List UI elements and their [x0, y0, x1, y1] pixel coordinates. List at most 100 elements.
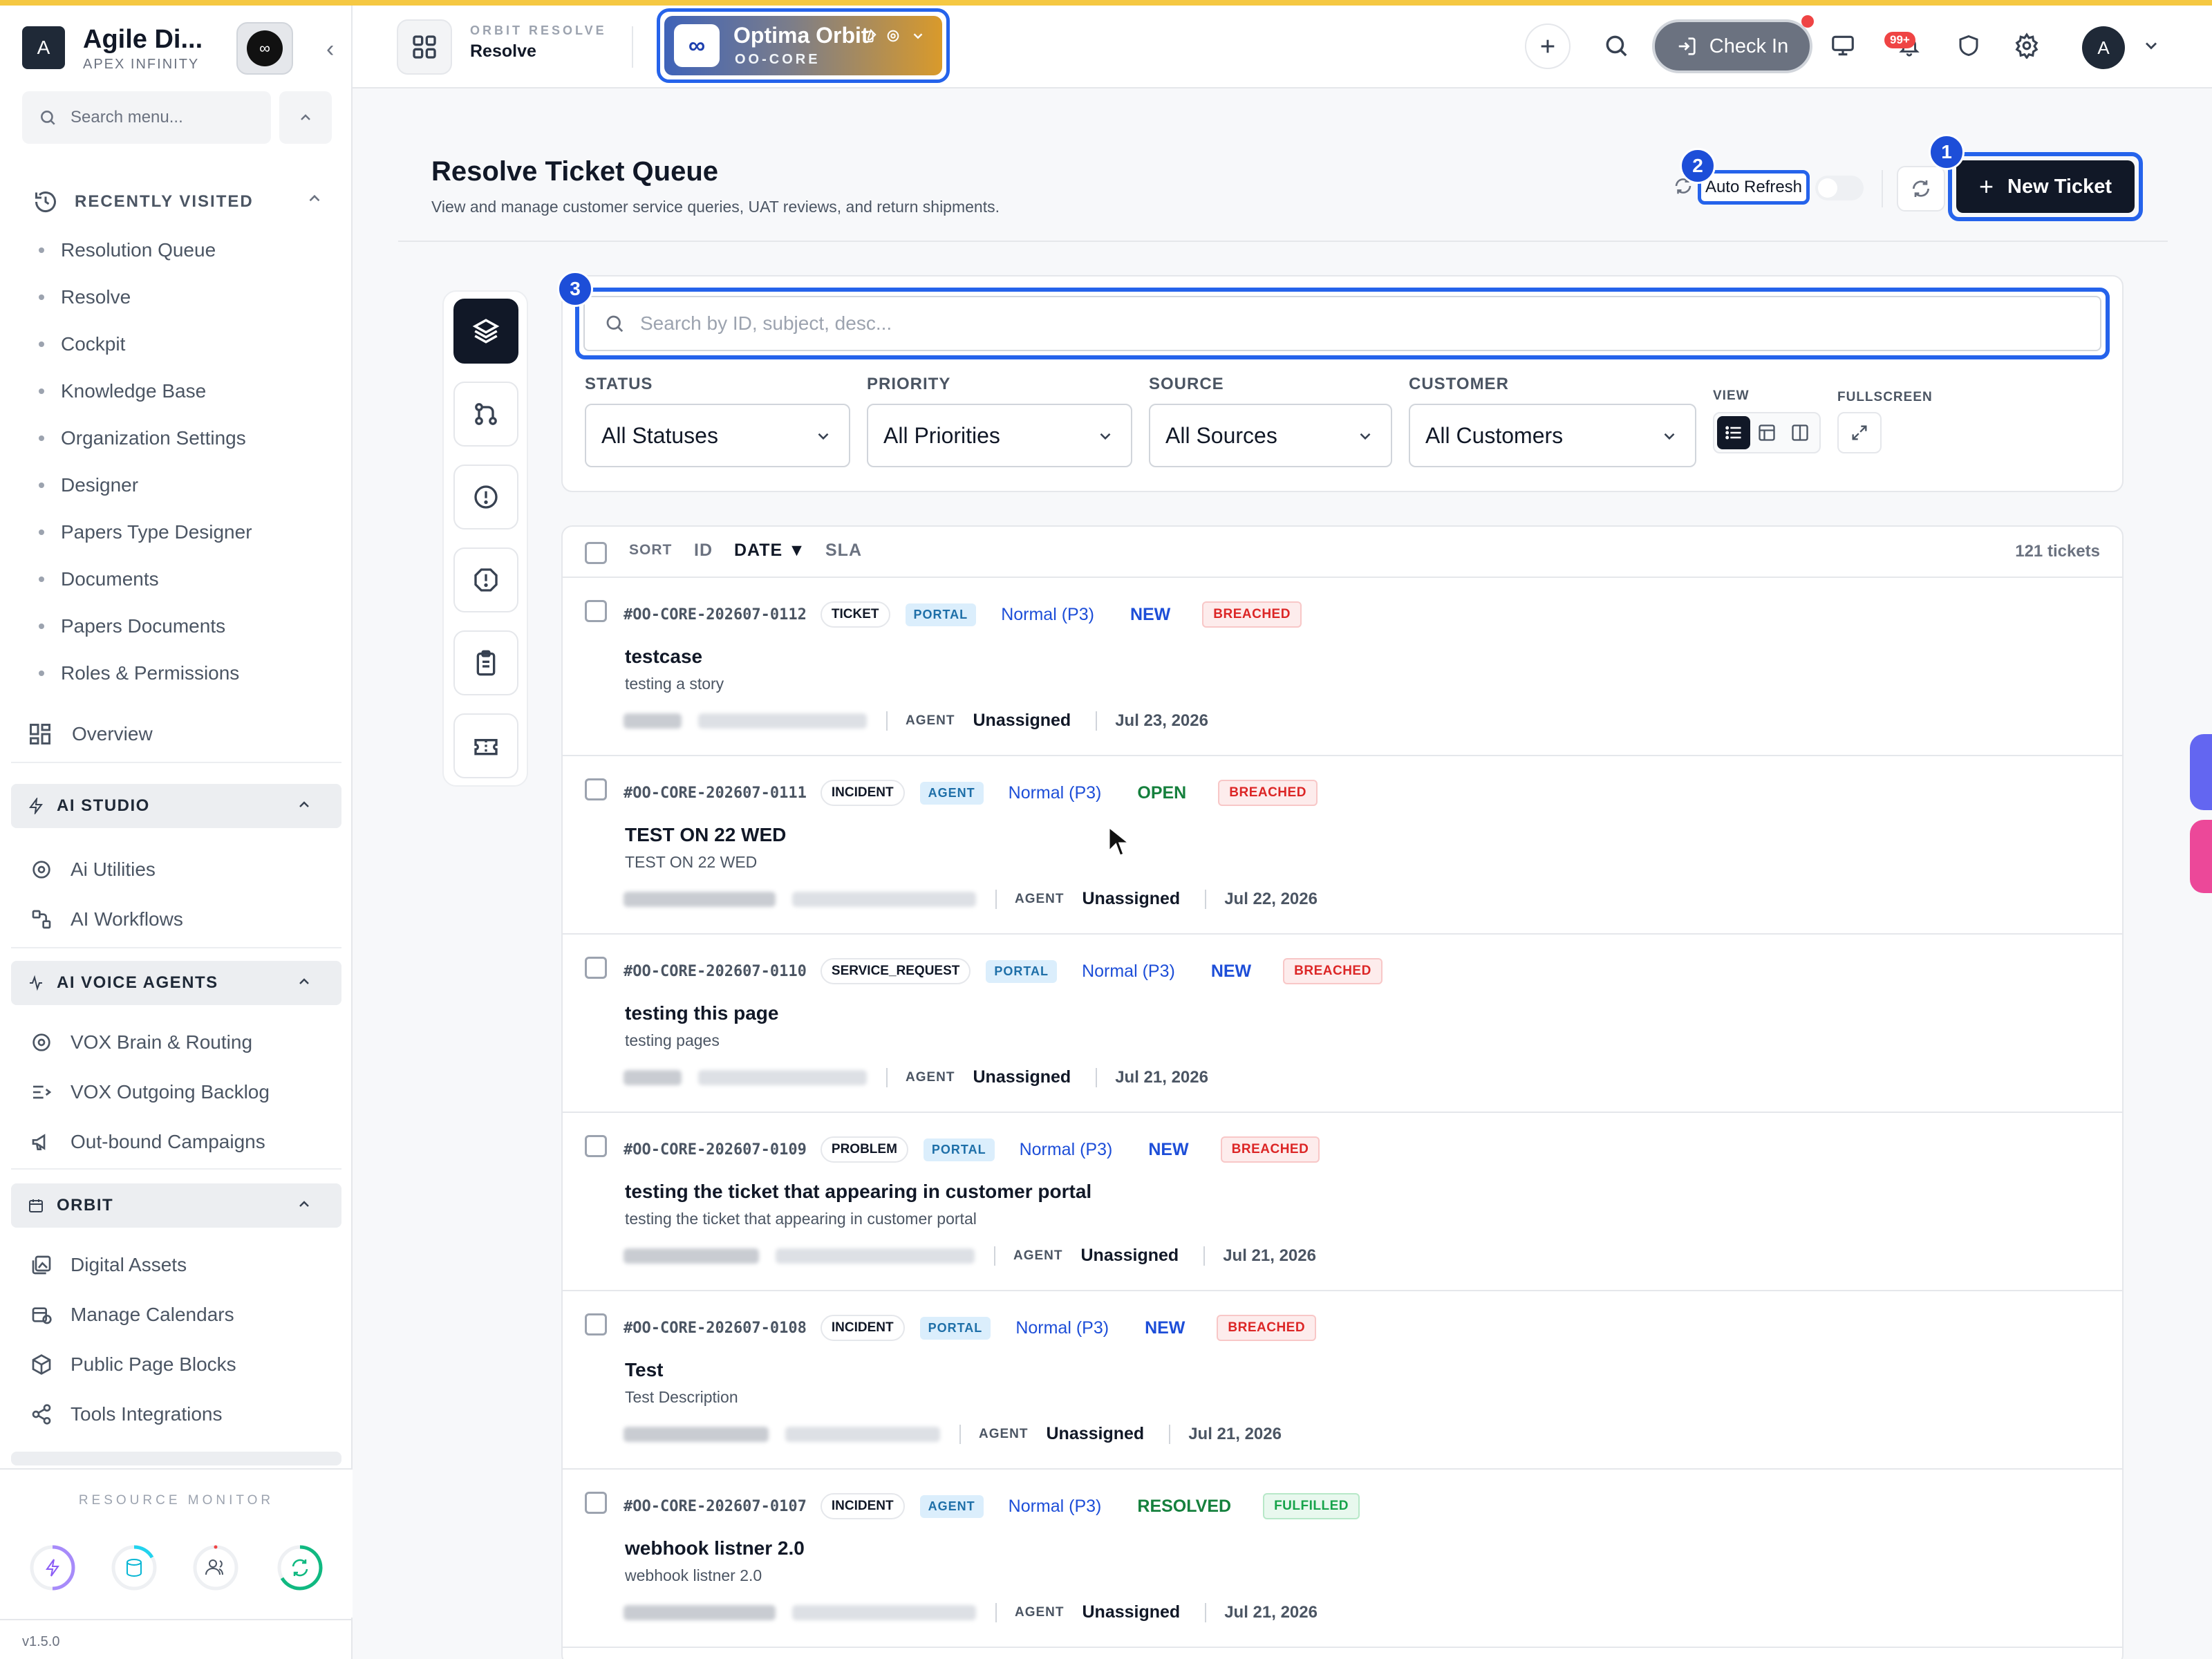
sidebar-item-vox-brain-routing[interactable]: VOX Brain & Routing	[30, 1018, 335, 1067]
recent-item-knowledge-base[interactable]: Knowledge Base	[39, 368, 329, 415]
sort-by-sla[interactable]: SLA	[825, 541, 862, 561]
sort-by-id[interactable]: ID	[694, 541, 713, 561]
users-gauge-icon[interactable]	[191, 1543, 241, 1593]
database-gauge-icon[interactable]	[109, 1543, 159, 1593]
recent-item-organization-settings[interactable]: Organization Settings	[39, 415, 329, 462]
chevron-up-icon[interactable]	[306, 189, 324, 207]
edit-icon[interactable]	[862, 28, 877, 44]
sidebar-item-ai-utilities[interactable]: Ai Utilities	[30, 845, 335, 894]
row-checkbox[interactable]	[585, 600, 607, 622]
global-search-button[interactable]	[1597, 26, 1635, 65]
ticket-id[interactable]: #OO-CORE-202607-0112	[624, 606, 807, 624]
sidebar-item-tools-integrations[interactable]: Tools Integrations	[30, 1389, 335, 1439]
ticket-row[interactable]: #OO-CORE-202607-0108 INCIDENT PORTAL Nor…	[563, 1291, 2122, 1470]
rail-tickets-button[interactable]	[453, 713, 518, 778]
recent-item-documents[interactable]: Documents	[39, 556, 329, 603]
sidebar-item-ai-workflows[interactable]: AI Workflows	[30, 894, 335, 944]
user-avatar[interactable]: A	[2082, 26, 2125, 69]
ticket-id[interactable]: #OO-CORE-202607-0111	[624, 785, 807, 802]
sidebar-item-digital-assets[interactable]: Digital Assets	[30, 1240, 335, 1290]
org-logo[interactable]: ∞	[236, 22, 293, 75]
ticket-title[interactable]: webhook listner 2.0	[625, 1537, 805, 1559]
source-filter-select[interactable]: All Sources	[1149, 404, 1392, 467]
lightning-icon	[29, 798, 43, 814]
recent-item-roles-permissions[interactable]: Roles & Permissions	[39, 650, 329, 697]
cpu-gauge-icon[interactable]	[28, 1543, 77, 1593]
app-switcher-button[interactable]	[397, 19, 452, 75]
recent-item-designer[interactable]: Designer	[39, 462, 329, 509]
ticket-search-input[interactable]	[640, 312, 1953, 335]
ticket-title[interactable]: testcase	[625, 646, 702, 668]
sidebar-item-overview[interactable]: Overview	[28, 722, 153, 747]
gear-icon[interactable]	[885, 28, 901, 44]
side-widget-tab[interactable]	[2190, 734, 2212, 810]
ticket-row[interactable]: #OO-CORE-202607-0111 INCIDENT AGENT Norm…	[563, 756, 2122, 935]
group-ai-studio[interactable]: AI STUDIO	[11, 784, 341, 828]
row-checkbox[interactable]	[585, 1313, 607, 1335]
group-orbit[interactable]: ORBIT	[11, 1183, 341, 1228]
recent-item-papers-documents[interactable]: Papers Documents	[39, 603, 329, 650]
refresh-button[interactable]	[1897, 166, 1945, 212]
sidebar-item-public-page-blocks[interactable]: Public Page Blocks	[30, 1340, 335, 1389]
auto-refresh-toggle[interactable]	[1815, 176, 1864, 200]
recent-item-resolution-queue[interactable]: Resolution Queue	[39, 227, 329, 274]
menu-collapse-toggle[interactable]	[279, 91, 332, 144]
list-view-button[interactable]	[1717, 416, 1750, 449]
sidebar-item-manage-calendars[interactable]: Manage Calendars	[30, 1290, 335, 1340]
recent-item-cockpit[interactable]: Cockpit	[39, 321, 329, 368]
side-widget-tab[interactable]	[2190, 820, 2212, 893]
select-all-checkbox[interactable]	[585, 542, 607, 564]
customer-filter-select[interactable]: All Customers	[1409, 404, 1696, 467]
collapse-sidebar-icon[interactable]: ‹	[326, 36, 334, 63]
brand[interactable]: A Agile Di... APEX INFINITY ∞ ‹	[22, 22, 334, 75]
ticket-title[interactable]: Test	[625, 1359, 664, 1381]
rail-merge-button[interactable]	[453, 382, 518, 447]
priority-filter-select[interactable]: All Priorities	[867, 404, 1132, 467]
recently-visited-header[interactable]: RECENTLY VISITED	[33, 187, 324, 217]
chevron-down-icon[interactable]	[910, 28, 926, 44]
split-view-button[interactable]	[1783, 416, 1817, 449]
sort-by-date[interactable]: DATE ▼	[734, 541, 806, 561]
ticket-id[interactable]: #OO-CORE-202607-0108	[624, 1320, 807, 1337]
sidebar-item-out-bound-campaigns[interactable]: Out-bound Campaigns	[30, 1117, 335, 1167]
menu-search-input[interactable]: Search menu...	[22, 91, 271, 144]
ticket-id[interactable]: #OO-CORE-202607-0107	[624, 1498, 807, 1515]
new-ticket-button[interactable]: + New Ticket	[1956, 160, 2135, 213]
user-menu-chevron[interactable]	[2141, 36, 2161, 59]
rail-requests-button[interactable]	[453, 630, 518, 695]
workspace-name: Optima Orbit	[733, 23, 869, 48]
recent-item-papers-type-designer[interactable]: Papers Type Designer	[39, 509, 329, 556]
rail-all-tickets-button[interactable]	[453, 299, 518, 364]
ticket-title[interactable]: testing the ticket that appearing in cus…	[625, 1181, 1091, 1203]
sync-gauge-icon[interactable]	[275, 1543, 325, 1593]
quick-add-button[interactable]	[1525, 24, 1571, 69]
row-checkbox[interactable]	[585, 957, 607, 979]
group-ai-voice-agents[interactable]: AI VOICE AGENTS	[11, 961, 341, 1005]
ticket-row[interactable]: #OO-CORE-202607-0110 SERVICE_REQUEST POR…	[563, 935, 2122, 1113]
ticket-title[interactable]: TEST ON 22 WED	[625, 824, 786, 846]
ticket-sla-badge: BREACHED	[1202, 601, 1302, 628]
workspace-selector[interactable]: ∞ Optima Orbit OO-CORE	[657, 8, 950, 83]
ticket-row[interactable]: #OO-CORE-202607-0109 PROBLEM PORTAL Norm…	[563, 1113, 2122, 1291]
row-checkbox[interactable]	[585, 1492, 607, 1514]
ticket-row[interactable]: #OO-CORE-202607-0112 TICKET PORTAL Norma…	[563, 578, 2122, 756]
row-checkbox[interactable]	[585, 1135, 607, 1157]
ticket-row[interactable]: #OO-CORE-202607-0107 INCIDENT AGENT Norm…	[563, 1470, 2122, 1648]
ticket-id[interactable]: #OO-CORE-202607-0109	[624, 1141, 807, 1159]
sidebar-item-vox-outgoing-backlog[interactable]: VOX Outgoing Backlog	[30, 1067, 335, 1117]
rail-problem-button[interactable]	[453, 547, 518, 612]
row-checkbox[interactable]	[585, 778, 607, 800]
monitor-button[interactable]	[1824, 26, 1862, 65]
rail-alert-button[interactable]	[453, 465, 518, 529]
table-view-button[interactable]	[1750, 416, 1783, 449]
recent-item-resolve[interactable]: Resolve	[39, 274, 329, 321]
ticket-title[interactable]: testing this page	[625, 1002, 778, 1024]
check-in-button[interactable]: Check In	[1652, 19, 1812, 73]
settings-button[interactable]	[2007, 26, 2046, 65]
status-filter-select[interactable]: All Statuses	[585, 404, 850, 467]
ticket-id[interactable]: #OO-CORE-202607-0110	[624, 963, 807, 980]
auto-refresh-label[interactable]: Auto Refresh	[1698, 170, 1810, 205]
group-collapsed-partial[interactable]	[11, 1452, 341, 1465]
security-button[interactable]	[1949, 26, 1988, 65]
fullscreen-button[interactable]	[1837, 412, 1882, 453]
